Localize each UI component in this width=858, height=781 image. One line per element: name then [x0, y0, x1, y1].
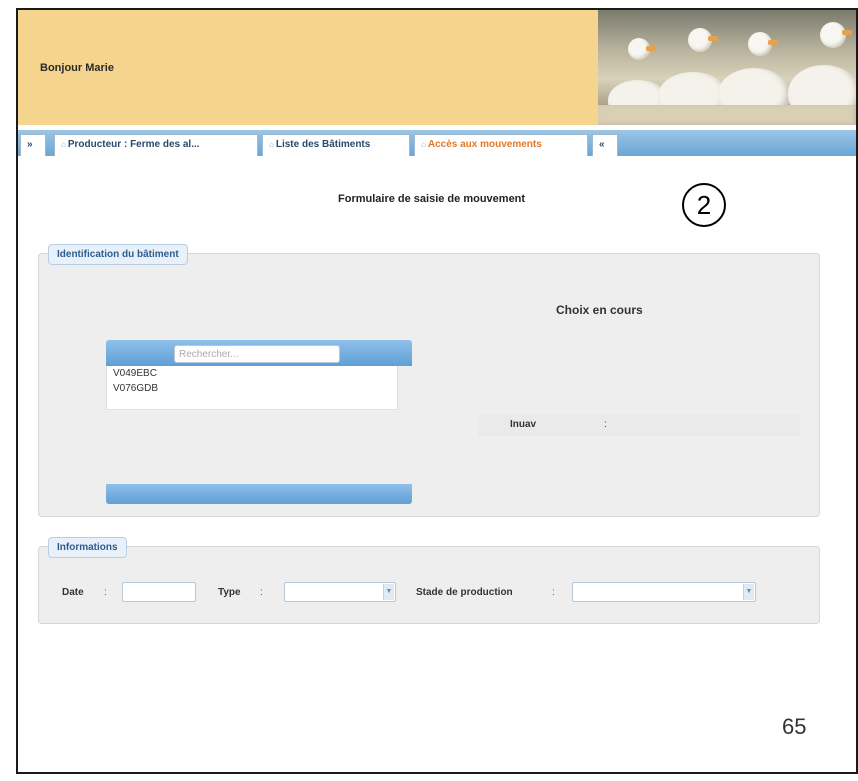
list-item[interactable]: V049EBC: [107, 366, 397, 381]
step-number-badge: 2: [682, 183, 726, 227]
double-chevron-left-icon: »: [27, 139, 33, 150]
list-item[interactable]: V076GDB: [107, 381, 397, 396]
tab-scroll-left[interactable]: »: [20, 134, 46, 156]
page-number: 65: [782, 714, 807, 739]
type-select[interactable]: ▼: [284, 582, 396, 602]
tab-producteur[interactable]: ⌂ Producteur : Ferme des al...: [54, 134, 258, 156]
tab-acces-mouvements[interactable]: ⌂ Accès aux mouvements: [414, 134, 588, 156]
stade-production-colon: :: [552, 587, 555, 598]
stade-production-select[interactable]: ▼: [572, 582, 756, 602]
greeting-text: Bonjour Marie: [40, 62, 114, 74]
tab-bar: » ⌂ Producteur : Ferme des al... ⌂ Liste d…: [18, 130, 856, 156]
type-colon: :: [260, 587, 263, 598]
inuav-colon: :: [604, 419, 607, 430]
home-icon: ⌂: [61, 140, 66, 149]
home-icon: ⌂: [269, 140, 274, 149]
inuav-row: Inuav :: [478, 414, 800, 436]
tab-label: Accès aux mouvements: [427, 139, 542, 150]
identification-legend: Identification du bâtiment: [48, 244, 188, 265]
tab-label: Liste des Bâtiments: [275, 139, 371, 150]
type-label: Type: [218, 587, 241, 598]
date-colon: :: [104, 587, 107, 598]
chevron-down-icon: ▼: [383, 584, 394, 600]
app-window: Bonjour Marie » ⌂ Producteur : Ferme des …: [16, 8, 858, 774]
double-chevron-right-icon: «: [599, 139, 605, 150]
building-search-input[interactable]: [174, 345, 340, 363]
tab-label: Producteur : Ferme des al...: [67, 139, 200, 150]
tab-liste-batiments[interactable]: ⌂ Liste des Bâtiments: [262, 134, 410, 156]
informations-legend: Informations: [48, 537, 127, 558]
ducks-banner-image: [598, 10, 856, 125]
app-header: Bonjour Marie: [18, 10, 598, 125]
date-label: Date: [62, 587, 84, 598]
building-list-footer: [106, 484, 412, 504]
building-list: V049EBC V076GDB: [106, 366, 398, 410]
home-icon: ⌂: [421, 140, 426, 149]
chevron-down-icon: ▼: [743, 584, 754, 600]
current-choice-title: Choix en cours: [556, 303, 643, 317]
tab-scroll-right[interactable]: «: [592, 134, 618, 156]
form-title: Formulaire de saisie de mouvement: [338, 193, 526, 205]
date-field[interactable]: [122, 582, 196, 602]
inuav-label: Inuav: [510, 419, 537, 430]
stade-production-label: Stade de production: [416, 587, 513, 598]
